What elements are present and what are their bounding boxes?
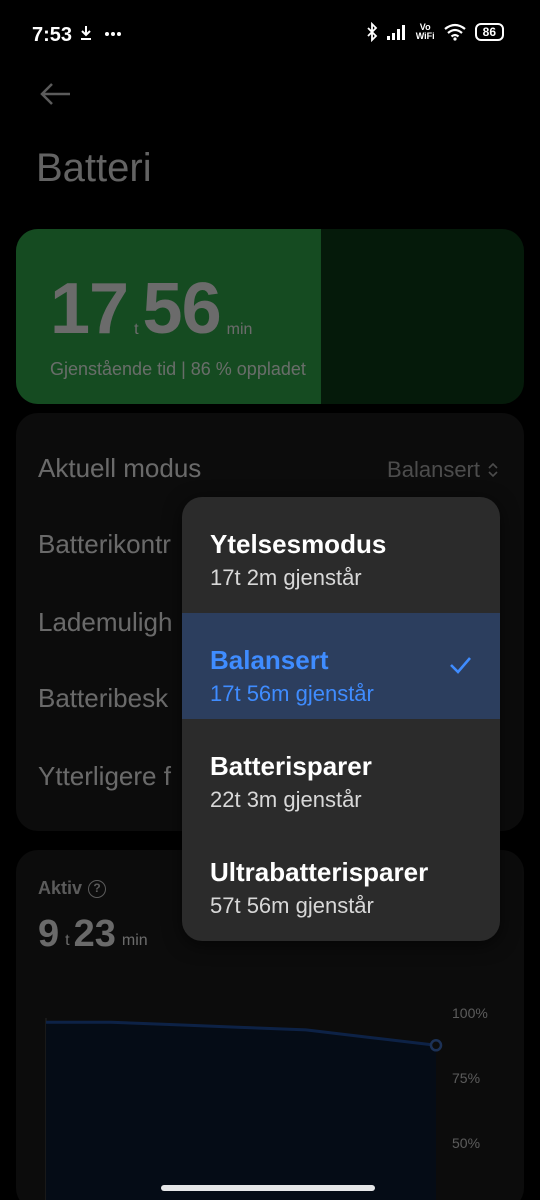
activity-hours-unit: t (65, 932, 70, 949)
activity-minutes: 23 (73, 913, 116, 955)
checkmark-icon (450, 657, 471, 674)
vowifi-bottom: WiFi (415, 31, 435, 41)
option-subtitle: 17t 2m gjenstår (210, 565, 362, 590)
home-indicator[interactable] (161, 1185, 375, 1191)
activity-hours: 9 (38, 913, 60, 955)
activity-minutes-unit: min (121, 932, 148, 949)
wifi-icon (443, 23, 466, 41)
settings-row-battery-protection[interactable]: Batteribesk (38, 683, 168, 714)
option-subtitle: 57t 56m gjenstår (210, 893, 374, 918)
battery-subtitle: Gjenstående tid | 86 % oppladet (50, 359, 306, 379)
option-title: Ultrabatterisparer (210, 857, 429, 887)
option-subtitle: 17t 56m gjenstår (210, 681, 374, 706)
settings-row-more-settings[interactable]: Ytterligere f (38, 761, 171, 792)
remaining-time: 17 t 56 min (50, 273, 256, 345)
battery-level-badge: 86 (474, 23, 504, 41)
chevron-updown-icon (488, 462, 498, 478)
option-balanced[interactable]: Balansert 17t 56m gjenstår (182, 613, 500, 719)
current-mode-selector[interactable]: Balansert (387, 457, 498, 483)
status-time: 7:53 (32, 24, 73, 46)
back-arrow-icon[interactable] (36, 74, 76, 114)
current-mode-label[interactable]: Aktuell modus (38, 453, 201, 484)
option-ultra-battery-saver[interactable]: Ultrabatterisparer 57t 56m gjenstår (182, 825, 500, 931)
option-title: Ytelsesmodus (210, 529, 387, 559)
hours-unit: t (134, 321, 139, 338)
option-title: Balansert (210, 645, 329, 675)
bluetooth-icon (367, 22, 377, 42)
option-battery-saver[interactable]: Batterisparer 22t 3m gjenstår (182, 719, 500, 825)
status-bar: 7:53 Vo WiFi 86 (0, 0, 540, 70)
activity-label: Aktiv (38, 878, 83, 898)
battery-status-card: 17 t 56 min Gjenstående tid | 86 % oppla… (16, 229, 524, 404)
activity-time: 9 t 23 min (38, 914, 152, 954)
more-dots-icon (105, 32, 121, 36)
option-performance-mode[interactable]: Ytelsesmodus 17t 2m gjenstår (182, 497, 500, 603)
download-icon (81, 26, 91, 40)
settings-row-charging-options[interactable]: Lademuligh (38, 607, 172, 638)
settings-row-battery-control[interactable]: Batterikontr (38, 529, 171, 560)
option-title: Batterisparer (210, 751, 372, 781)
vowifi-icon: Vo WiFi (416, 23, 435, 41)
current-mode-value: Balansert (387, 457, 480, 482)
help-icon[interactable]: ? (88, 879, 107, 898)
minutes-unit: min (226, 321, 253, 338)
remaining-minutes: 56 (142, 269, 222, 349)
remaining-hours: 17 (50, 269, 129, 349)
signal-icon (386, 25, 405, 40)
mode-dropdown: Ytelsesmodus 17t 2m gjenstår Balansert 1… (182, 497, 500, 941)
option-subtitle: 22t 3m gjenstår (210, 787, 362, 812)
page-title: Batteri (36, 146, 152, 190)
